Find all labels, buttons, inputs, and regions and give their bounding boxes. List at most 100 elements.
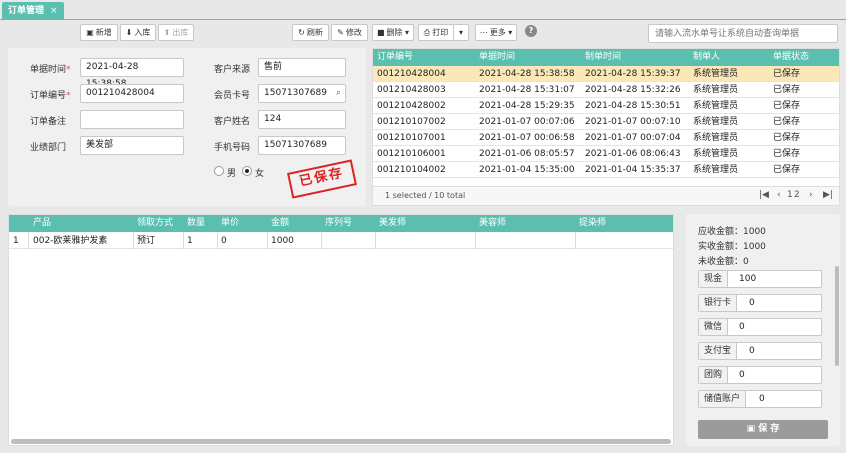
order-no-label: 订单编号* xyxy=(30,91,71,101)
payment-label: 银行卡 xyxy=(699,295,738,311)
date-field[interactable]: 2021-04-28 15:38:58 xyxy=(80,58,184,89)
cell: 系统管理员 xyxy=(693,69,739,79)
payment-value: 0 xyxy=(739,322,745,332)
tab-label: 订单管理 xyxy=(8,6,45,16)
divider xyxy=(133,232,134,249)
divider xyxy=(267,232,268,249)
dept-field[interactable]: 美发部 xyxy=(80,136,184,155)
table-row[interactable]: 001210428002 2021-04-28 15:29:35 2021-04-2… xyxy=(373,98,839,114)
cell: 已保存 xyxy=(773,101,801,111)
table-row[interactable]: 001210104002 2021-01-04 15:35:00 2021-01-0… xyxy=(373,162,839,178)
col-price[interactable]: 单价 xyxy=(221,215,239,232)
card-label: 会员卡号 xyxy=(214,91,251,101)
payment-alipay-field[interactable]: 支付宝 0 xyxy=(698,342,822,360)
stock-out-button[interactable]: ⬆ 出库 xyxy=(158,24,194,41)
arrow-up-icon: ⬆ xyxy=(163,28,171,37)
note-field[interactable] xyxy=(80,110,184,129)
card-field[interactable]: 15071307689 ⌕ xyxy=(258,84,346,103)
prev-page-icon[interactable]: ‹ xyxy=(777,190,781,200)
more-label: 更多 xyxy=(489,28,506,37)
col-creator[interactable]: 制单人 xyxy=(693,49,720,66)
save-label: 保 存 xyxy=(758,424,780,434)
arrow-down-icon: ⬇ xyxy=(125,28,133,37)
cell: 2021-01-04 15:35:00 xyxy=(479,165,575,175)
source-field[interactable]: 售前 xyxy=(258,58,346,77)
delete-button[interactable]: ■ 删除 ▾ xyxy=(372,24,414,41)
table-row[interactable]: 001210107001 2021-01-07 00:06:58 2021-01-0… xyxy=(373,130,839,146)
cell: 001210428004 xyxy=(377,69,446,79)
stock-in-button[interactable]: ⬇ 入库 xyxy=(120,24,156,41)
col-beautician[interactable]: 美容师 xyxy=(479,215,506,232)
phone-label: 手机号码 xyxy=(214,143,251,153)
vertical-scrollbar[interactable] xyxy=(835,266,839,366)
new-button[interactable]: ▣ 新增 xyxy=(80,24,118,41)
col-hairdresser[interactable]: 美发师 xyxy=(379,215,406,232)
refresh-button[interactable]: ↻ 刷新 xyxy=(292,24,329,41)
payment-cash-field[interactable]: 现金 100 xyxy=(698,270,822,288)
col-method[interactable]: 领取方式 xyxy=(137,215,173,232)
table-row[interactable]: 001210106001 2021-01-06 08:05:57 2021-01-0… xyxy=(373,146,839,162)
table-row[interactable]: 001210107002 2021-01-07 00:07:06 2021-01-0… xyxy=(373,114,839,130)
source-label: 客户来源 xyxy=(214,65,251,75)
payment-bankcard-field[interactable]: 银行卡 0 xyxy=(698,294,822,312)
received-amount: 实收金额：1000 xyxy=(698,242,766,252)
col-create-time[interactable]: 制单时间 xyxy=(585,49,621,66)
cell-product: 002-欧莱雅护发素 xyxy=(33,236,108,246)
unreceived-amount: 未收金额：0 xyxy=(698,257,749,267)
cell: 已保存 xyxy=(773,85,801,95)
cell: 系统管理员 xyxy=(693,85,739,95)
save-button[interactable]: ▣ 保 存 xyxy=(698,420,828,439)
page-2[interactable]: 2 xyxy=(794,190,800,200)
print-dropdown[interactable]: ▾ xyxy=(453,24,469,41)
cell: 2021-01-06 08:05:57 xyxy=(479,149,575,159)
payment-value: 0 xyxy=(739,370,745,380)
order-no-field[interactable]: 001210428004 xyxy=(80,84,184,103)
divider xyxy=(321,232,322,249)
payment-label: 团购 xyxy=(699,367,729,383)
payment-value: 100 xyxy=(739,274,757,284)
col-status[interactable]: 单据状态 xyxy=(773,49,809,66)
search-icon[interactable]: ⌕ xyxy=(336,85,341,102)
last-page-icon[interactable]: ▶| xyxy=(823,190,833,200)
cell: 2021-01-07 00:06:58 xyxy=(479,133,575,143)
horizontal-scrollbar[interactable] xyxy=(11,439,671,444)
edit-button[interactable]: ✎ 修改 xyxy=(331,24,368,41)
col-product[interactable]: 产品 xyxy=(33,215,51,232)
cell: 2021-04-28 15:31:07 xyxy=(479,85,575,95)
cell: 2021-04-28 15:30:51 xyxy=(585,101,681,111)
col-serial[interactable]: 序列号 xyxy=(325,215,352,232)
required-mark: * xyxy=(66,91,71,101)
col-order-no[interactable]: 订单编号 xyxy=(377,49,413,66)
help-icon[interactable]: ? xyxy=(525,25,537,37)
col-dyer[interactable]: 提染师 xyxy=(579,215,606,232)
more-button[interactable]: ⋯ 更多 ▾ xyxy=(475,24,517,41)
gender-male-radio[interactable] xyxy=(214,166,224,176)
col-qty[interactable]: 数量 xyxy=(187,215,205,232)
name-field[interactable]: 124 xyxy=(258,110,346,129)
new-button-label: 新增 xyxy=(95,28,112,37)
orders-grid-header: 订单编号 单据时间 制单时间 制单人 单据状态 xyxy=(373,49,839,66)
phone-field[interactable]: 15071307689 xyxy=(258,136,346,155)
table-row[interactable]: 001210428004 2021-04-28 15:38:58 2021-04-2… xyxy=(373,66,839,82)
close-icon[interactable]: × xyxy=(50,6,58,16)
print-button[interactable]: ⎙ 打印 xyxy=(418,24,454,41)
tab-order-management[interactable]: 订单管理 × xyxy=(2,2,64,20)
col-amount[interactable]: 金额 xyxy=(271,215,289,232)
order-search-input[interactable] xyxy=(648,24,838,43)
payment-groupbuy-field[interactable]: 团购 0 xyxy=(698,366,822,384)
cell: 2021-04-28 15:39:37 xyxy=(585,69,681,79)
table-row[interactable]: 1 002-欧莱雅护发素 预订 1 0 1000 xyxy=(9,233,673,249)
cell: 2021-01-07 00:07:06 xyxy=(479,117,575,127)
first-page-icon[interactable]: |◀ xyxy=(759,190,769,200)
page-1[interactable]: 1 xyxy=(787,190,793,200)
payment-stored-value-field[interactable]: 储值账户 0 xyxy=(698,390,822,408)
next-page-icon[interactable]: › xyxy=(809,190,813,200)
chevron-down-icon: ▾ xyxy=(508,28,513,37)
cell: 系统管理员 xyxy=(693,117,739,127)
name-label: 客户姓名 xyxy=(214,117,251,127)
table-row[interactable]: 001210428003 2021-04-28 15:31:07 2021-04-2… xyxy=(373,82,839,98)
cell-method: 预订 xyxy=(137,236,156,246)
payment-wechat-field[interactable]: 微信 0 xyxy=(698,318,822,336)
gender-female-radio[interactable] xyxy=(242,166,252,176)
col-date[interactable]: 单据时间 xyxy=(479,49,515,66)
